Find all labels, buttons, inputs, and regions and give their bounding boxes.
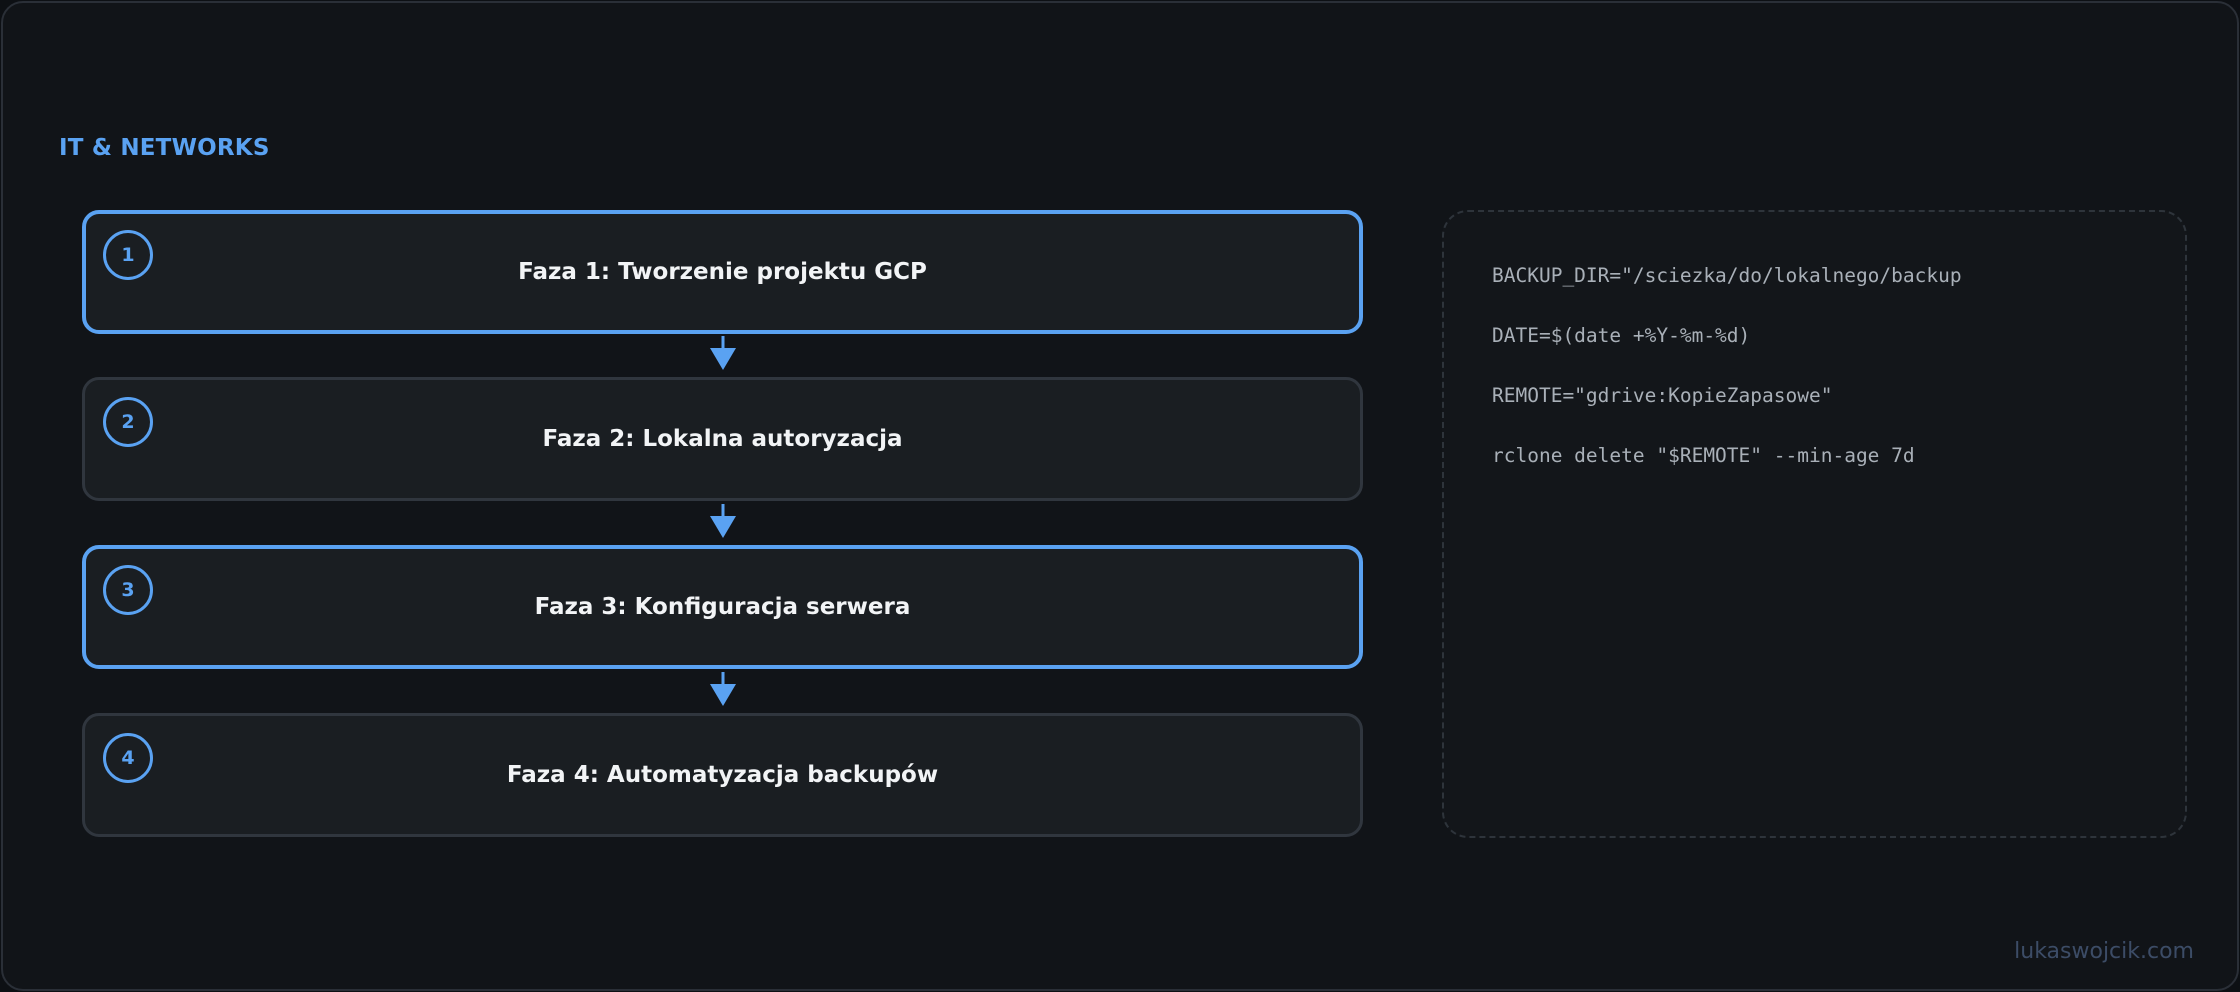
category-label: IT & NETWORKS	[59, 135, 270, 161]
code-line: REMOTE="gdrive:KopieZapasowe"	[1492, 384, 1833, 407]
phase-title: Faza 3: Konfiguracja serwera	[534, 594, 911, 620]
arrow-down-icon	[710, 672, 736, 706]
phase-title: Faza 4: Automatyzacja backupów	[506, 762, 939, 788]
phase-card-4: 4 Faza 4: Automatyzacja backupów	[82, 713, 1363, 837]
phase-title: Faza 1: Tworzenie projektu GCP	[518, 259, 927, 285]
diagram-frame: IT & NETWORKS 1 Faza 1: Tworzenie projek…	[1, 1, 2239, 991]
code-line: BACKUP_DIR="/sciezka/do/lokalnego/backup	[1492, 264, 1962, 287]
phase-card-2: 2 Faza 2: Lokalna autoryzacja	[82, 377, 1363, 501]
phase-card-3: 3 Faza 3: Konfiguracja serwera	[82, 545, 1363, 669]
arrow-down-icon	[710, 504, 736, 538]
phase-title: Faza 2: Lokalna autoryzacja	[542, 426, 903, 452]
phase-card-1: 1 Faza 1: Tworzenie projektu GCP	[82, 210, 1363, 334]
code-line: DATE=$(date +%Y-%m-%d)	[1492, 324, 1751, 347]
arrow-down-icon	[710, 336, 736, 370]
watermark: lukaswojcik.com	[2014, 939, 2194, 964]
code-panel: BACKUP_DIR="/sciezka/do/lokalnego/backup…	[1442, 210, 2187, 838]
code-line: rclone delete "$REMOTE" --min-age 7d	[1492, 444, 1915, 467]
